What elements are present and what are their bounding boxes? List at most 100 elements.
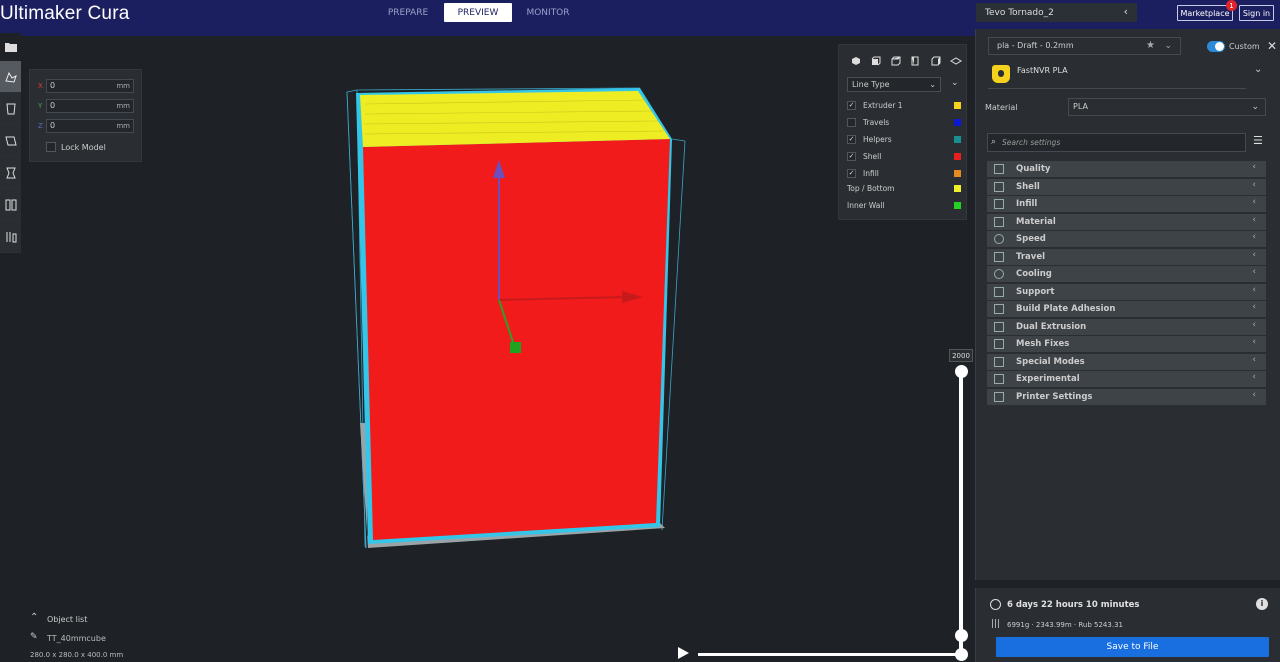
category-printer-settings[interactable]: Printer Settings ‹	[987, 388, 1266, 405]
shell-checkbox[interactable]: ✓	[847, 151, 856, 161]
z-input[interactable]: 0 mm	[46, 119, 134, 133]
y-row: Y 0 mm	[38, 99, 134, 113]
tab-preview[interactable]: PREVIEW	[444, 3, 512, 22]
category-build-plate-adhesion[interactable]: Build Plate Adhesion ‹	[987, 301, 1266, 317]
legend-label: Extruder 1	[863, 100, 903, 110]
y-input[interactable]: 0 mm	[46, 99, 134, 113]
3d-view-icon[interactable]	[846, 55, 866, 67]
profile-selector[interactable]: pla - Draft - 0.2mm ★ ⌄	[988, 37, 1181, 55]
rotate-tool-button[interactable]	[0, 125, 21, 157]
custom-mode-toggle[interactable]	[1207, 41, 1225, 52]
rotate-icon	[4, 136, 17, 145]
chevron-left-icon: ‹	[1252, 249, 1256, 260]
printer-selector[interactable]: Tevo Tornado_2 ‹	[976, 3, 1137, 22]
print-settings-panel: pla - Draft - 0.2mm ★ ⌄ Custom ✕ FastNVR…	[975, 29, 1280, 580]
category-mesh-fixes[interactable]: Mesh Fixes ‹	[987, 336, 1266, 352]
category-speed[interactable]: Speed ‹	[987, 231, 1266, 247]
category-cooling[interactable]: Cooling ‹	[987, 266, 1266, 282]
infill-checkbox[interactable]: ✓	[847, 168, 856, 178]
legend-row-infill[interactable]: ✓ Infill	[847, 167, 961, 179]
tab-prepare[interactable]: PREPARE	[374, 3, 442, 22]
stage-tabs: PREPARE PREVIEW MONITOR	[374, 3, 584, 22]
pencil-icon: ✎	[30, 632, 38, 642]
category-label: Support	[1016, 286, 1055, 297]
chevron-down-icon[interactable]: ⌄	[951, 78, 959, 88]
layer-max-label[interactable]: 2000	[949, 349, 973, 362]
left-toolbar	[0, 33, 21, 253]
chevron-down-icon: ⌄	[1251, 102, 1259, 112]
layer-upper-handle[interactable]	[955, 365, 968, 378]
legend-label: Top / Bottom	[847, 183, 895, 193]
save-to-file-button[interactable]: Save to File	[996, 637, 1269, 657]
tab-monitor[interactable]: MONITOR	[514, 3, 582, 22]
color-scheme-value: Line Type	[852, 80, 890, 89]
chevron-down-icon: ⌄	[929, 80, 936, 89]
extruder-1-checkbox[interactable]: ✓	[847, 100, 856, 110]
chevron-down-icon[interactable]: ⌄	[1254, 64, 1262, 75]
top-view-icon[interactable]	[886, 55, 906, 67]
play-icon[interactable]	[678, 647, 689, 659]
layer-slider-track[interactable]	[959, 370, 963, 654]
dual-extrusion-icon	[994, 321, 1004, 332]
category-support[interactable]: Support ‹	[987, 283, 1266, 300]
x-input[interactable]: 0 mm	[46, 79, 134, 93]
chevron-left-icon: ‹	[1123, 5, 1128, 18]
legend-row-travels[interactable]: Travels	[847, 116, 961, 128]
helpers-checkbox[interactable]: ✓	[847, 134, 856, 144]
info-icon[interactable]: i	[1256, 598, 1268, 610]
per-model-settings-button[interactable]	[0, 189, 21, 221]
y-axis-label: Y	[38, 102, 43, 110]
mirror-tool-button[interactable]	[0, 157, 21, 189]
marketplace-button[interactable]: Marketplace	[1177, 5, 1233, 21]
travels-checkbox[interactable]	[847, 117, 856, 127]
category-special-modes[interactable]: Special Modes ‹	[987, 353, 1266, 370]
open-file-button[interactable]	[0, 33, 21, 61]
chevron-left-icon: ‹	[1252, 389, 1256, 400]
path-slider-handle[interactable]	[955, 648, 968, 661]
category-material[interactable]: Material ‹	[987, 213, 1266, 230]
legend-row-helpers[interactable]: ✓ Helpers	[847, 133, 961, 145]
move-tool-button[interactable]	[0, 61, 21, 93]
category-dual-extrusion[interactable]: Dual Extrusion ‹	[987, 318, 1266, 335]
sign-in-button[interactable]: Sign in	[1239, 5, 1274, 21]
color-scheme-dropdown[interactable]: Line Type ⌄	[847, 77, 941, 92]
search-settings-input[interactable]: ⌕ Search settings	[987, 133, 1246, 152]
x-ray-view-icon[interactable]	[946, 55, 966, 67]
category-quality[interactable]: Quality ‹	[987, 161, 1266, 177]
layer-lower-handle[interactable]	[955, 629, 968, 642]
material-value: PLA	[1073, 102, 1088, 111]
material-dropdown[interactable]: PLA ⌄	[1068, 98, 1266, 116]
3d-viewport[interactable]	[0, 36, 975, 662]
lock-model-row[interactable]: Lock Model	[46, 142, 106, 152]
front-view-icon[interactable]	[866, 55, 886, 67]
legend-label: Travels	[863, 117, 890, 127]
x-axis-label: X	[38, 82, 43, 90]
extruder-tab[interactable]: FastNVR PLA	[988, 59, 1246, 89]
settings-menu-icon[interactable]: ☰	[1253, 134, 1263, 147]
move-icon	[4, 71, 17, 83]
support-blocker-button[interactable]	[0, 221, 21, 253]
support-icon	[994, 286, 1004, 297]
left-view-icon[interactable]	[906, 55, 926, 67]
chevron-up-icon[interactable]: ⌃	[30, 612, 38, 623]
search-placeholder: Search settings	[1002, 138, 1061, 147]
object-list-toggle[interactable]: Object list	[47, 615, 87, 624]
lock-model-checkbox[interactable]	[46, 142, 56, 152]
category-travel[interactable]: Travel ‹	[987, 248, 1266, 265]
scale-tool-button[interactable]	[0, 93, 21, 125]
spool-icon: |||	[991, 619, 1001, 629]
path-slider-track[interactable]	[698, 653, 962, 656]
close-icon[interactable]: ✕	[1267, 39, 1277, 53]
notification-badge: 1	[1226, 0, 1237, 11]
object-name[interactable]: TT_40mmcube	[47, 634, 106, 643]
category-shell[interactable]: Shell ‹	[987, 178, 1266, 195]
legend-row-shell[interactable]: ✓ Shell	[847, 150, 961, 162]
category-experimental[interactable]: Experimental ‹	[987, 371, 1266, 387]
category-label: Infill	[1016, 199, 1038, 209]
color-swatch	[954, 201, 961, 209]
category-infill[interactable]: Infill ‹	[987, 196, 1266, 212]
right-view-icon[interactable]	[926, 55, 946, 67]
legend-row-extruder-1[interactable]: ✓ Extruder 1	[847, 99, 961, 111]
star-icon[interactable]: ★	[1146, 38, 1155, 54]
shell-icon	[994, 181, 1004, 192]
